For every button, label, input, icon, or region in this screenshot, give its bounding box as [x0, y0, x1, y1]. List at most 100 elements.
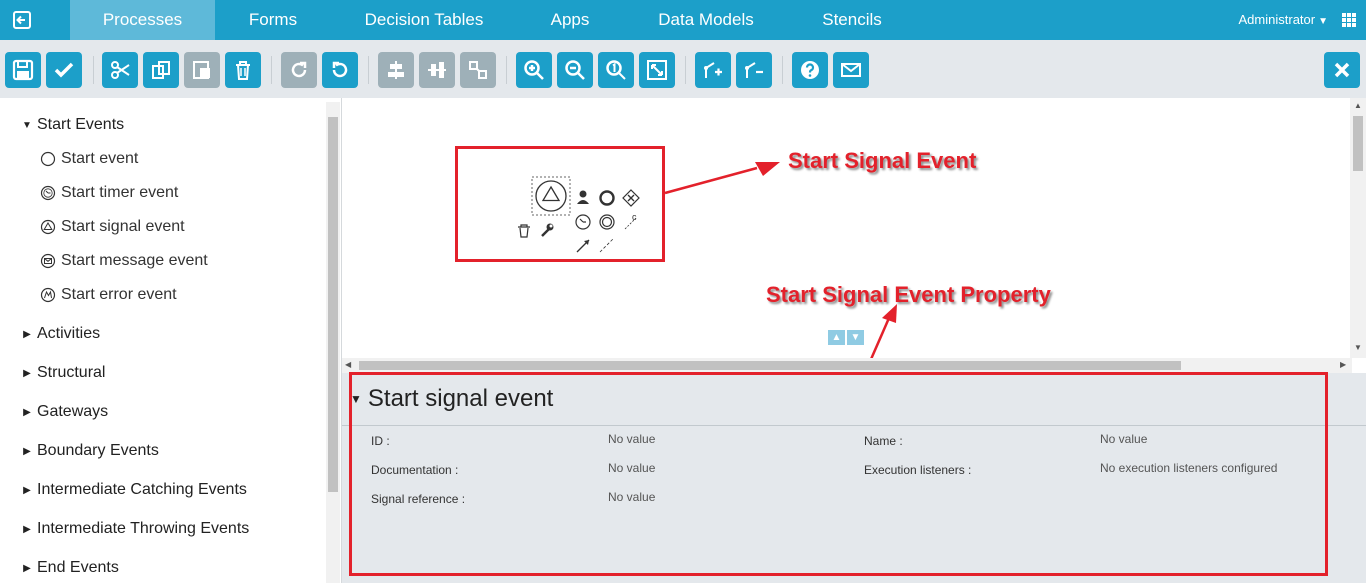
palette-item-start-signal-event[interactable]: Start signal event — [40, 218, 185, 236]
copy-icon — [152, 61, 170, 79]
tab-decision-tables[interactable]: Decision Tables — [331, 0, 517, 40]
zoom-in-button[interactable] — [516, 52, 552, 88]
canvas-horizontal-scrollbar-thumb[interactable] — [359, 361, 1181, 370]
palette-scrollbar[interactable] — [326, 102, 340, 583]
timer-event-icon — [40, 185, 56, 201]
highlight-box-properties — [349, 372, 1328, 576]
palette-group-gateways[interactable]: ▶ Gateways — [20, 403, 108, 421]
palette-group-boundary-events[interactable]: ▶ Boundary Events — [20, 442, 159, 460]
start-event-icon — [40, 151, 56, 167]
add-bendpoint-button[interactable] — [695, 52, 731, 88]
palette-group-structural[interactable]: ▶ Structural — [20, 364, 105, 382]
chevron-up-icon[interactable]: ▲ — [828, 330, 845, 345]
zoom-in-icon — [524, 60, 544, 80]
same-size-icon — [469, 61, 487, 79]
palette-group-activities[interactable]: ▶ Activities — [20, 325, 100, 343]
chevron-right-icon: ▶ — [23, 445, 31, 457]
canvas-vertical-scrollbar[interactable]: ▲ ▼ — [1350, 98, 1366, 358]
help-icon — [801, 61, 819, 79]
palette-scrollbar-thumb[interactable] — [328, 117, 338, 492]
message-event-icon — [40, 253, 56, 269]
zoom-out-button[interactable] — [557, 52, 593, 88]
chevron-right-icon: ▶ — [23, 523, 31, 535]
palette-item-start-timer-event[interactable]: Start timer event — [40, 184, 178, 202]
undo-button[interactable] — [322, 52, 358, 88]
app-grid-icon[interactable] — [1342, 13, 1356, 27]
checkmark-icon — [54, 62, 74, 78]
copy-button[interactable] — [143, 52, 179, 88]
paste-button[interactable] — [184, 52, 220, 88]
palette-item-start-event[interactable]: Start event — [40, 150, 138, 168]
user-menu[interactable]: Administrator ▼ — [1239, 0, 1328, 40]
help-button[interactable] — [792, 52, 828, 88]
palette-group-intermediate-throwing-events[interactable]: ▶ Intermediate Throwing Events — [20, 520, 249, 538]
tab-data-models[interactable]: Data Models — [623, 0, 789, 40]
canvas-horizontal-scrollbar[interactable]: ◀ ▶ — [342, 358, 1352, 373]
editor-toolbar — [0, 40, 1366, 98]
zoom-actual-icon — [606, 60, 626, 80]
scroll-up-arrow[interactable]: ▲ — [1354, 101, 1362, 110]
top-nav: Processes Forms Decision Tables Apps Dat… — [0, 0, 1366, 47]
tab-apps[interactable]: Apps — [517, 0, 623, 40]
zoom-fit-button[interactable] — [639, 52, 675, 88]
canvas-vertical-scrollbar-thumb[interactable] — [1353, 116, 1363, 171]
validate-button[interactable] — [46, 52, 82, 88]
zoom-fit-icon — [647, 60, 667, 80]
scroll-right-arrow[interactable]: ▶ — [1340, 360, 1346, 369]
bendpoint-add-icon — [704, 62, 722, 78]
palette-group-start-events[interactable]: ▼ Start Events — [20, 116, 124, 134]
palette-group-end-events[interactable]: ▶ End Events — [20, 559, 119, 577]
feedback-button[interactable] — [833, 52, 869, 88]
tab-stencils[interactable]: Stencils — [789, 0, 915, 40]
same-size-button[interactable] — [460, 52, 496, 88]
toolbar-divider — [685, 56, 686, 84]
annotation-arrow — [870, 317, 891, 358]
scissors-icon — [111, 61, 130, 79]
annotation-label-signal-property: Start Signal Event Property — [766, 282, 1051, 307]
save-button[interactable] — [5, 52, 41, 88]
redo-button[interactable] — [281, 52, 317, 88]
tab-processes[interactable]: Processes — [70, 0, 215, 47]
close-icon — [1334, 62, 1350, 78]
scroll-left-arrow[interactable]: ◀ — [345, 360, 351, 369]
chevron-down-icon: ▼ — [1318, 16, 1328, 27]
error-event-icon — [40, 287, 56, 303]
tab-forms[interactable]: Forms — [215, 0, 331, 40]
align-vertical-button[interactable] — [378, 52, 414, 88]
shape-palette: ▼ Start Events Start event Start timer ev… — [0, 98, 342, 583]
toolbar-divider — [506, 56, 507, 84]
paste-icon — [193, 61, 210, 79]
remove-bendpoint-button[interactable] — [736, 52, 772, 88]
highlight-box-signal-event — [455, 146, 665, 262]
chevron-right-icon: ▶ — [23, 328, 31, 340]
palette-item-start-message-event[interactable]: Start message event — [40, 252, 208, 270]
toolbar-divider — [368, 56, 369, 84]
align-horizontal-button[interactable] — [419, 52, 455, 88]
toolbar-divider — [93, 56, 94, 84]
palette-item-start-error-event[interactable]: Start error event — [40, 286, 177, 304]
annotation-arrow — [664, 166, 758, 195]
annotation-label-signal-event: Start Signal Event — [788, 148, 977, 173]
trash-icon — [236, 61, 250, 80]
chevron-down-icon[interactable]: ▼ — [847, 330, 864, 345]
exit-icon — [13, 11, 31, 29]
zoom-actual-button[interactable] — [598, 52, 634, 88]
chevron-right-icon: ▶ — [23, 406, 31, 418]
panel-toggle: ▲ ▼ — [828, 330, 864, 345]
toolbar-divider — [271, 56, 272, 84]
back-button[interactable] — [0, 0, 44, 40]
scroll-down-arrow[interactable]: ▼ — [1354, 343, 1362, 352]
redo-icon — [291, 61, 307, 78]
delete-button[interactable] — [225, 52, 261, 88]
bendpoint-remove-icon — [745, 62, 763, 78]
close-editor-button[interactable] — [1324, 52, 1360, 88]
envelope-icon — [841, 63, 861, 77]
cut-button[interactable] — [102, 52, 138, 88]
user-name: Administrator — [1238, 12, 1316, 27]
undo-icon — [332, 61, 348, 78]
toolbar-divider — [782, 56, 783, 84]
chevron-right-icon: ▶ — [23, 484, 31, 496]
align-horizontal-icon — [428, 62, 446, 78]
palette-group-intermediate-catching-events[interactable]: ▶ Intermediate Catching Events — [20, 481, 247, 499]
chevron-right-icon: ▶ — [23, 367, 31, 379]
